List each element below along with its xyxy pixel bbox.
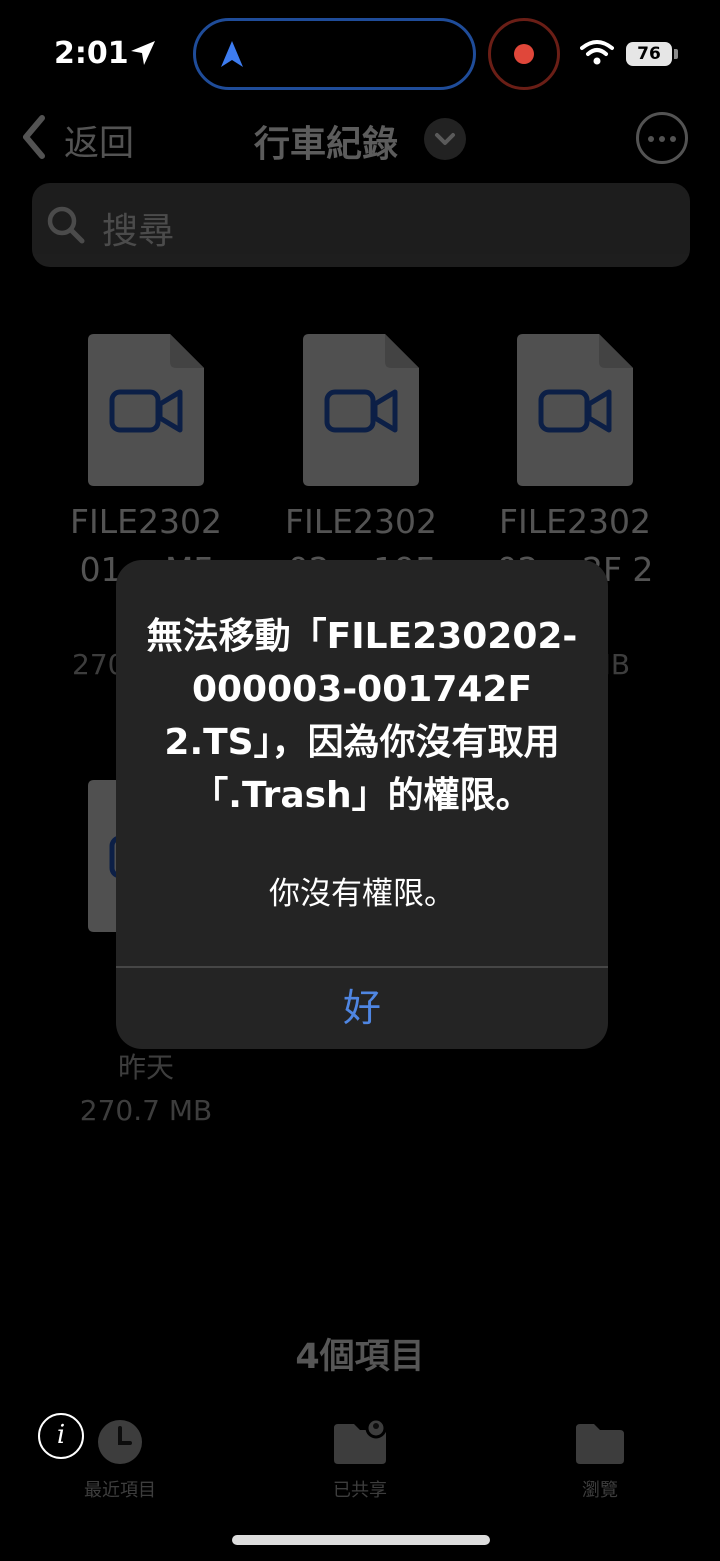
- status-time: 2:01: [54, 36, 129, 71]
- info-icon[interactable]: i: [38, 1413, 84, 1459]
- file-date: 昨天: [117, 1051, 174, 1084]
- tab-label: 已共享: [333, 1480, 387, 1501]
- battery-indicator: 76: [626, 42, 672, 66]
- search-icon: [47, 206, 85, 244]
- tab-shared[interactable]: 已共享: [260, 1417, 460, 1502]
- video-file-icon[interactable]: [88, 334, 204, 486]
- location-arrow-icon: [131, 41, 155, 65]
- more-options-button[interactable]: [636, 112, 688, 164]
- search-field[interactable]: 搜尋: [32, 183, 690, 267]
- battery-nub: [674, 49, 678, 59]
- tab-browse[interactable]: 瀏覽: [500, 1418, 700, 1502]
- file-name-line: FILE2302: [285, 502, 437, 541]
- chevron-left-icon[interactable]: [18, 112, 48, 162]
- record-dot-icon: [514, 44, 534, 64]
- search-placeholder: 搜尋: [102, 211, 175, 252]
- ok-button[interactable]: 好: [116, 968, 608, 1049]
- file-name-line: FILE2302: [499, 502, 651, 541]
- tab-label: 瀏覽: [582, 1480, 618, 1501]
- page-title[interactable]: 行車紀錄: [254, 115, 398, 167]
- home-indicator[interactable]: [232, 1535, 490, 1545]
- alert-title: 無法移動「FILE230202-000003-001742F 2.TS」，因為你…: [146, 616, 578, 816]
- alert-message: 你沒有權限。: [269, 876, 455, 912]
- shared-folder-icon: [334, 1417, 387, 1464]
- clock-icon: [98, 1420, 142, 1464]
- back-button[interactable]: 返回: [64, 115, 134, 166]
- chevron-down-icon[interactable]: [424, 118, 466, 160]
- wifi-icon: [580, 40, 614, 65]
- folder-icon: [576, 1424, 624, 1464]
- file-name-line: FILE2302: [70, 502, 222, 541]
- screen-recording-indicator[interactable]: [488, 18, 560, 90]
- item-count: 4個項目: [295, 1337, 425, 1377]
- alert-dialog: 無法移動「FILE230202-000003-001742F 2.TS」，因為你…: [116, 560, 608, 1049]
- tab-label: 最近項目: [84, 1480, 156, 1501]
- navigation-icon: [221, 41, 243, 67]
- video-file-icon[interactable]: [517, 334, 633, 486]
- video-file-icon[interactable]: [303, 334, 419, 486]
- file-size: 270.7 MB: [79, 1094, 213, 1127]
- dynamic-island[interactable]: [193, 18, 476, 90]
